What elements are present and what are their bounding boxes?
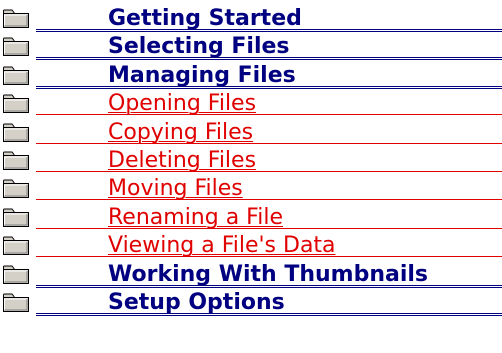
folder-icon xyxy=(2,151,30,171)
toc-entry-selecting-files[interactable]: Selecting Files xyxy=(0,33,502,61)
toc-entry-deleting-files[interactable]: Deleting Files xyxy=(0,147,502,175)
folder-icon xyxy=(2,179,30,199)
folder-icon xyxy=(2,293,30,313)
folder-icon xyxy=(2,123,30,143)
folder-icon xyxy=(2,236,30,256)
toc-entry-label[interactable]: Setup Options xyxy=(108,290,285,316)
toc-entry-copying-files[interactable]: Copying Files xyxy=(0,119,502,147)
link-underline xyxy=(36,170,502,174)
toc-entry-label[interactable]: Viewing a File's Data xyxy=(108,233,336,259)
link-underline xyxy=(36,199,502,202)
toc-entry-working-with-thumbnails[interactable]: Working With Thumbnails xyxy=(0,261,502,289)
toc-entry-label[interactable]: Working With Thumbnails xyxy=(108,262,428,288)
folder-icon xyxy=(2,208,30,228)
toc-entry-label[interactable]: Opening Files xyxy=(108,91,256,117)
toc-entry-renaming-a-file[interactable]: Renaming a File xyxy=(0,204,502,232)
toc-entry-label[interactable]: Deleting Files xyxy=(108,148,256,174)
toc-entry-getting-started[interactable]: Getting Started xyxy=(0,5,502,33)
link-underline xyxy=(36,114,502,117)
toc-entry-label[interactable]: Renaming a File xyxy=(108,205,283,231)
toc-entry-label[interactable]: Managing Files xyxy=(108,63,296,89)
toc-entry-setup-options[interactable]: Setup Options xyxy=(0,289,502,317)
toc-entry-label[interactable]: Copying Files xyxy=(108,120,253,146)
toc-entry-label[interactable]: Selecting Files xyxy=(108,34,290,60)
folder-icon xyxy=(2,265,30,285)
folder-icon xyxy=(2,37,30,57)
toc-entry-opening-files[interactable]: Opening Files xyxy=(0,90,502,118)
folder-icon xyxy=(2,66,30,86)
toc-entry-viewing-a-files-data[interactable]: Viewing a File's Data xyxy=(0,232,502,260)
link-underline xyxy=(36,142,502,146)
help-contents-list: Getting Started Selecting Files Managing… xyxy=(0,5,502,317)
toc-entry-managing-files[interactable]: Managing Files xyxy=(0,62,502,90)
toc-entry-label[interactable]: Getting Started xyxy=(108,6,302,32)
toc-entry-moving-files[interactable]: Moving Files xyxy=(0,175,502,203)
folder-icon xyxy=(2,9,30,29)
toc-entry-label[interactable]: Moving Files xyxy=(108,176,243,202)
folder-icon xyxy=(2,94,30,114)
